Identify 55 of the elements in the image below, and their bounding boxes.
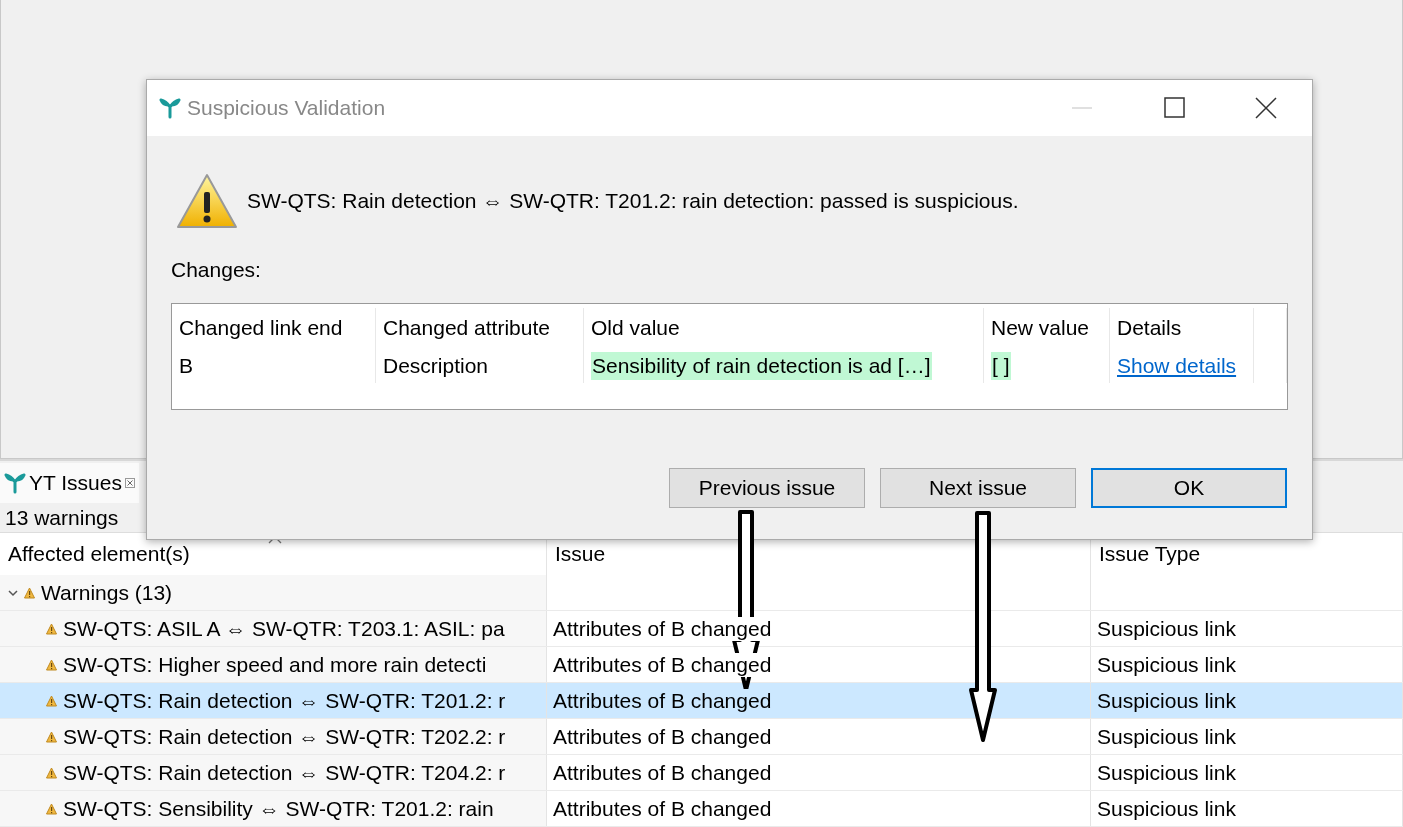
column-header: Old value xyxy=(591,316,680,340)
issue-row[interactable]: SW-QTS: Rain detection ⇔ SW-QTR: T201.2: r Attributes of B changed Suspicious link xyxy=(0,683,1403,719)
column-header[interactable]: Issue xyxy=(555,542,606,567)
warning-icon xyxy=(46,802,57,815)
column-header: Changed link end xyxy=(179,316,343,340)
table-cell: Suspicious link xyxy=(1097,760,1236,785)
table-cell: SW-QTS: Rain detection ⇔ SW-QTR: T204.2: r xyxy=(63,760,506,785)
column-header: New value xyxy=(991,316,1090,340)
dialog-button[interactable]: Previous issue xyxy=(669,468,865,508)
warning-count: 13 warnings xyxy=(5,505,119,530)
app-logo-icon xyxy=(4,471,26,494)
warning-icon xyxy=(46,694,57,707)
table-cell: Attributes of B changed xyxy=(553,688,772,713)
issue-row[interactable]: SW-QTS: Higher speed and more rain detecti Attributes of B changed Suspicious link xyxy=(0,647,1403,683)
column-header: Details xyxy=(1117,316,1182,340)
warning-icon xyxy=(46,730,57,743)
group-label: Warnings (13) xyxy=(41,580,173,605)
dialog-title: Suspicious Validation xyxy=(187,96,386,120)
dialog-button[interactable]: OK xyxy=(1091,468,1287,508)
table-cell: Suspicious link xyxy=(1097,796,1236,821)
view-tab[interactable]: YT Issues xyxy=(0,462,139,503)
column-header[interactable]: Issue Type xyxy=(1099,542,1201,567)
table-cell: [ ] xyxy=(991,351,1011,380)
column-header: Changed attribute xyxy=(383,316,550,340)
table-cell: Attributes of B changed xyxy=(553,652,772,677)
table-cell: Suspicious link xyxy=(1097,616,1236,641)
table-cell: SW-QTS: Sensibility ⇔ SW-QTR: T201.2: rain xyxy=(63,796,494,821)
table-cell: Sensibility of rain detection is ad […] xyxy=(591,351,932,380)
close-icon[interactable] xyxy=(125,477,135,488)
table-cell: Suspicious link xyxy=(1097,688,1236,713)
table-cell: SW-QTS: Rain detection ⇔ SW-QTR: T201.2: r xyxy=(63,688,506,713)
table-cell: Description xyxy=(383,353,489,378)
warning-icon xyxy=(24,586,35,599)
collapse-caret-icon[interactable] xyxy=(8,588,18,597)
issue-row[interactable]: SW-QTS: Sensibility ⇔ SW-QTR: T201.2: rain Attributes of B changed Suspicious link xyxy=(0,791,1403,827)
changes-label: Changes: xyxy=(171,258,261,281)
warning-icon xyxy=(46,658,57,671)
issue-row[interactable]: SW-QTS: Rain detection ⇔ SW-QTR: T204.2: r Attributes of B changed Suspicious link xyxy=(0,755,1403,791)
table-cell: Suspicious link xyxy=(1097,724,1236,749)
dialog-message: SW-QTS: Rain detection ⇔ SW-QTR: T201.2: rain detection: passed is suspicious. xyxy=(247,189,1019,213)
warning-icon xyxy=(46,766,57,779)
table-cell: B xyxy=(179,353,193,378)
dialog-button[interactable]: Next issue xyxy=(880,468,1076,508)
table-cell: SW-QTS: Rain detection ⇔ SW-QTR: T202.2: r xyxy=(63,724,506,749)
warning-icon xyxy=(46,622,57,635)
app-logo-icon xyxy=(159,97,181,119)
table-cell: SW-QTS: Higher speed and more rain detecti xyxy=(63,652,487,677)
column-header[interactable]: Affected element(s) xyxy=(8,542,190,567)
table-cell: Attributes of B changed xyxy=(553,616,772,641)
issue-row[interactable]: SW-QTS: Rain detection ⇔ SW-QTR: T202.2: r Attributes of B changed Suspicious link xyxy=(0,719,1403,755)
warning-icon xyxy=(175,172,239,230)
show-details-link[interactable]: Show details xyxy=(1117,353,1237,378)
issue-row[interactable]: SW-QTS: ASIL A ⇔ SW-QTR: T203.1: ASIL: pa Attributes of B changed Suspicious link xyxy=(0,611,1403,647)
table-cell: SW-QTS: ASIL A ⇔ SW-QTR: T203.1: ASIL: pa xyxy=(63,616,505,641)
table-cell: Suspicious link xyxy=(1097,652,1236,677)
